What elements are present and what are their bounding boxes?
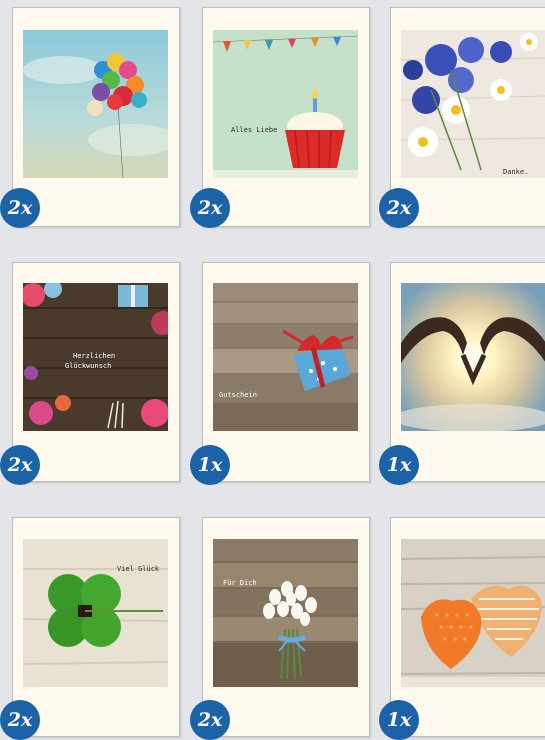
quantity-badge: 2x — [0, 700, 40, 740]
card-caption: Gutschein — [219, 391, 257, 399]
photo-gift — [213, 283, 358, 431]
card-balloons[interactable] — [12, 7, 180, 227]
quantity-badge: 2x — [190, 188, 230, 228]
card-caption-line1: Herzlichen — [73, 352, 116, 360]
card-snowdrops[interactable]: Für Dich — [202, 517, 370, 737]
card-fabric-hearts[interactable] — [390, 517, 545, 737]
quantity-badge: 1x — [190, 445, 230, 485]
quantity-badge: 1x — [379, 700, 419, 740]
photo-fabric-hearts — [401, 539, 545, 687]
quantity-badge: 2x — [190, 700, 230, 740]
card-heart-hands[interactable] — [390, 262, 545, 482]
card-cupcake[interactable]: Alles Liebe — [202, 7, 370, 227]
card-lollipops[interactable]: Herzlichen Glückwunsch — [12, 262, 180, 482]
card-caption: Alles Liebe — [231, 126, 278, 134]
quantity-badge: 2x — [0, 445, 40, 485]
quantity-badge: 2x — [379, 188, 419, 228]
quantity-badge: 2x — [0, 188, 40, 228]
card-gift[interactable]: Gutschein — [202, 262, 370, 482]
card-caption: Für Dich — [223, 579, 257, 587]
card-caption: Danke. — [503, 168, 529, 176]
photo-cupcake — [213, 30, 358, 178]
quantity-badge: 1x — [379, 445, 419, 485]
card-caption: Viel Glück — [117, 565, 160, 573]
card-caption-line2: Glückwunsch — [65, 362, 112, 370]
photo-snowdrops — [213, 539, 358, 687]
photo-cornflowers — [401, 30, 545, 178]
photo-balloons — [23, 30, 168, 178]
card-clover[interactable]: Viel Glück — [12, 517, 180, 737]
photo-clover — [23, 539, 168, 687]
photo-heart-hands — [401, 283, 545, 431]
